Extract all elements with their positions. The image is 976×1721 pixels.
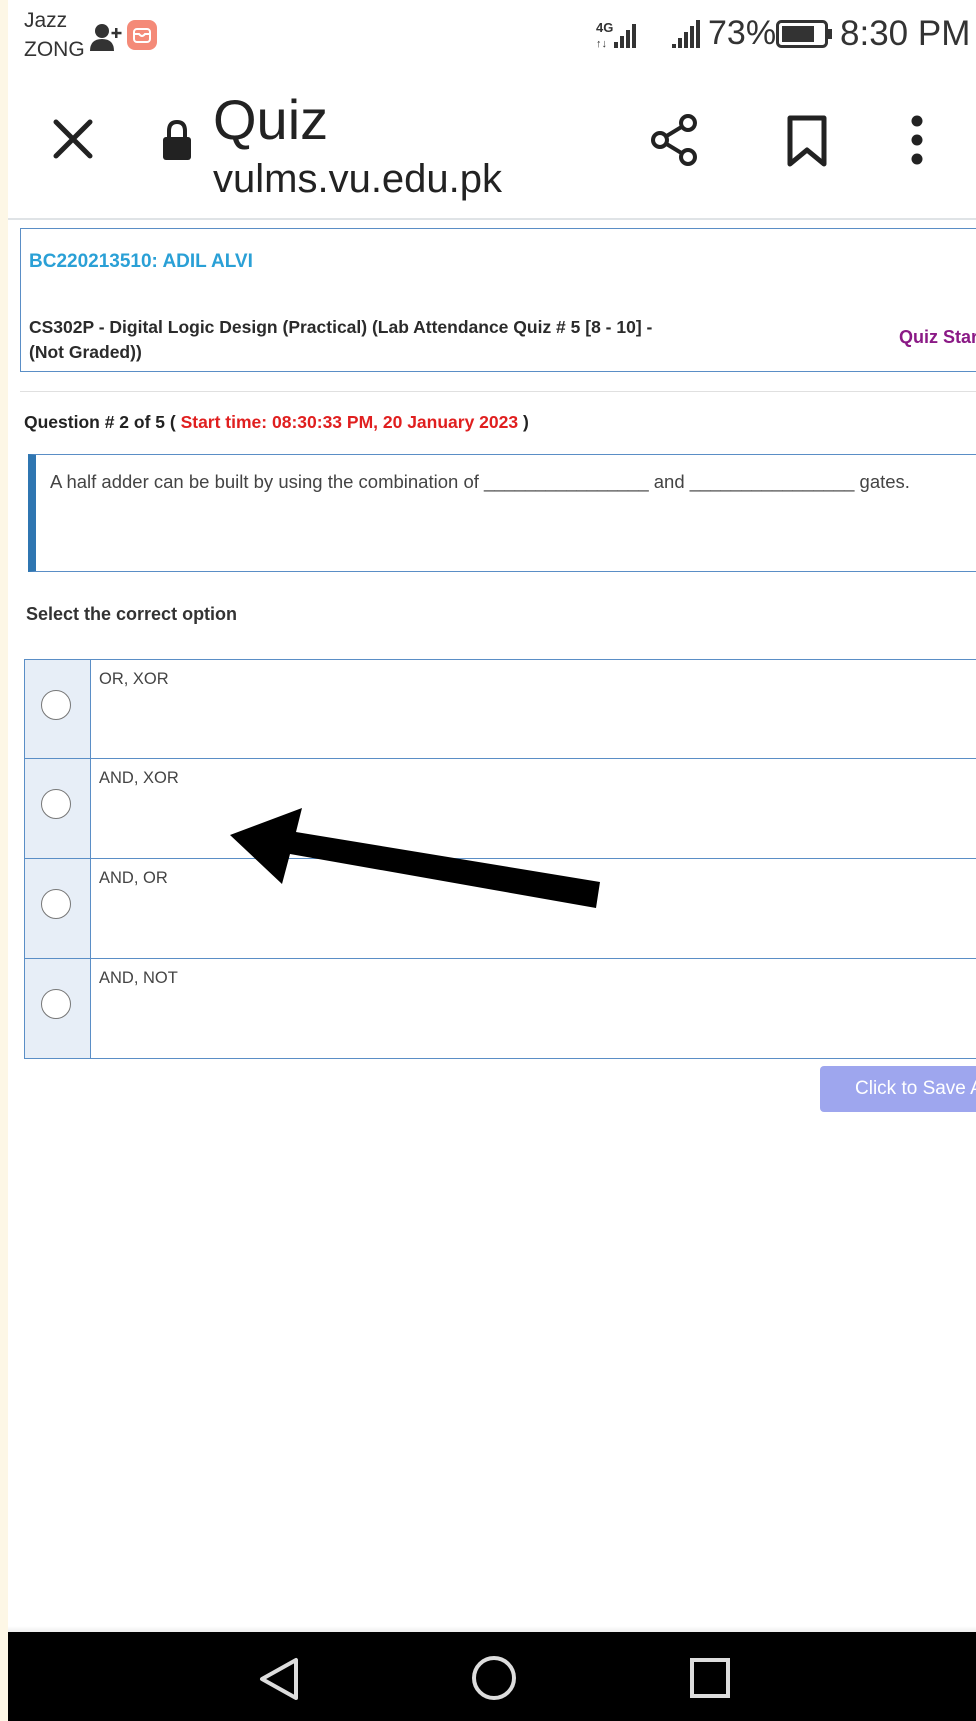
svg-text:↑↓: ↑↓ <box>596 38 607 50</box>
battery-icon <box>776 20 832 48</box>
page-title: Quiz <box>213 88 329 151</box>
page-url[interactable]: vulms.vu.edu.pk <box>213 156 502 202</box>
save-answer-button[interactable]: Click to Save Answer <box>820 1066 976 1112</box>
option-radio-3[interactable] <box>41 889 71 919</box>
radio-cell <box>25 660 91 758</box>
phone-screen: Jazz ZONG 4G ↑↓ 73% 8:30 PM Quiz vulms.v… <box>8 0 976 1721</box>
select-option-label: Select the correct option <box>26 604 238 624</box>
carrier-name-2: ZONG <box>24 38 85 61</box>
signal-4g-icon: 4G ↑↓ <box>596 20 636 50</box>
option-label: AND, NOT <box>99 969 178 987</box>
battery-percent: 73% <box>708 14 777 52</box>
android-nav-bar <box>8 1632 976 1721</box>
question-header: Question # 2 of 5 ( Start time: 08:30:33… <box>24 412 529 433</box>
nav-recent-apps-icon[interactable] <box>688 1656 732 1700</box>
student-id-name: BC220213510: ADIL ALVI <box>29 251 253 272</box>
add-user-icon <box>90 24 122 51</box>
annotation-arrow-icon <box>230 808 600 908</box>
question-header-close: ) <box>523 412 529 432</box>
radio-cell <box>25 959 91 1058</box>
radio-cell <box>25 759 91 858</box>
question-start-time: Start time: 08:30:33 PM, 20 January 2023 <box>180 412 519 432</box>
section-divider <box>20 391 976 392</box>
quiz-start-label: Quiz Start <box>899 327 976 347</box>
bookmark-icon[interactable] <box>784 114 830 168</box>
status-bar: Jazz ZONG 4G ↑↓ 73% 8:30 PM <box>8 0 976 66</box>
app-notification-icon <box>127 20 157 50</box>
nav-home-icon[interactable] <box>470 1654 518 1702</box>
option-row[interactable]: AND, NOT <box>24 959 976 1059</box>
carrier-name-1: Jazz <box>24 9 68 32</box>
question-text: A half adder can be built by using the c… <box>50 471 910 492</box>
share-icon[interactable] <box>646 112 702 168</box>
course-title: CS302P - Digital Logic Design (Practical… <box>29 317 653 362</box>
toolbar-divider <box>8 218 976 220</box>
student-info-panel: BC220213510: ADIL ALVI CS302P - Digital … <box>20 228 976 372</box>
close-icon[interactable] <box>50 116 96 162</box>
lock-icon <box>163 119 191 160</box>
option-label: AND, XOR <box>99 769 179 787</box>
option-radio-2[interactable] <box>41 789 71 819</box>
option-radio-1[interactable] <box>41 690 71 720</box>
browser-toolbar: Quiz vulms.vu.edu.pk <box>8 70 976 218</box>
more-vert-icon[interactable] <box>908 114 926 166</box>
question-box: A half adder can be built by using the c… <box>28 454 976 572</box>
option-radio-4[interactable] <box>41 989 71 1019</box>
svg-text:4G: 4G <box>596 20 613 35</box>
question-number: Question # 2 of 5 ( <box>24 412 176 432</box>
radio-cell <box>25 859 91 958</box>
option-label: AND, OR <box>99 869 168 887</box>
option-row[interactable]: OR, XOR <box>24 659 976 759</box>
signal-icon <box>672 20 700 48</box>
status-time: 8:30 PM <box>840 14 971 53</box>
option-label: OR, XOR <box>99 670 169 688</box>
nav-back-icon[interactable] <box>256 1656 302 1702</box>
